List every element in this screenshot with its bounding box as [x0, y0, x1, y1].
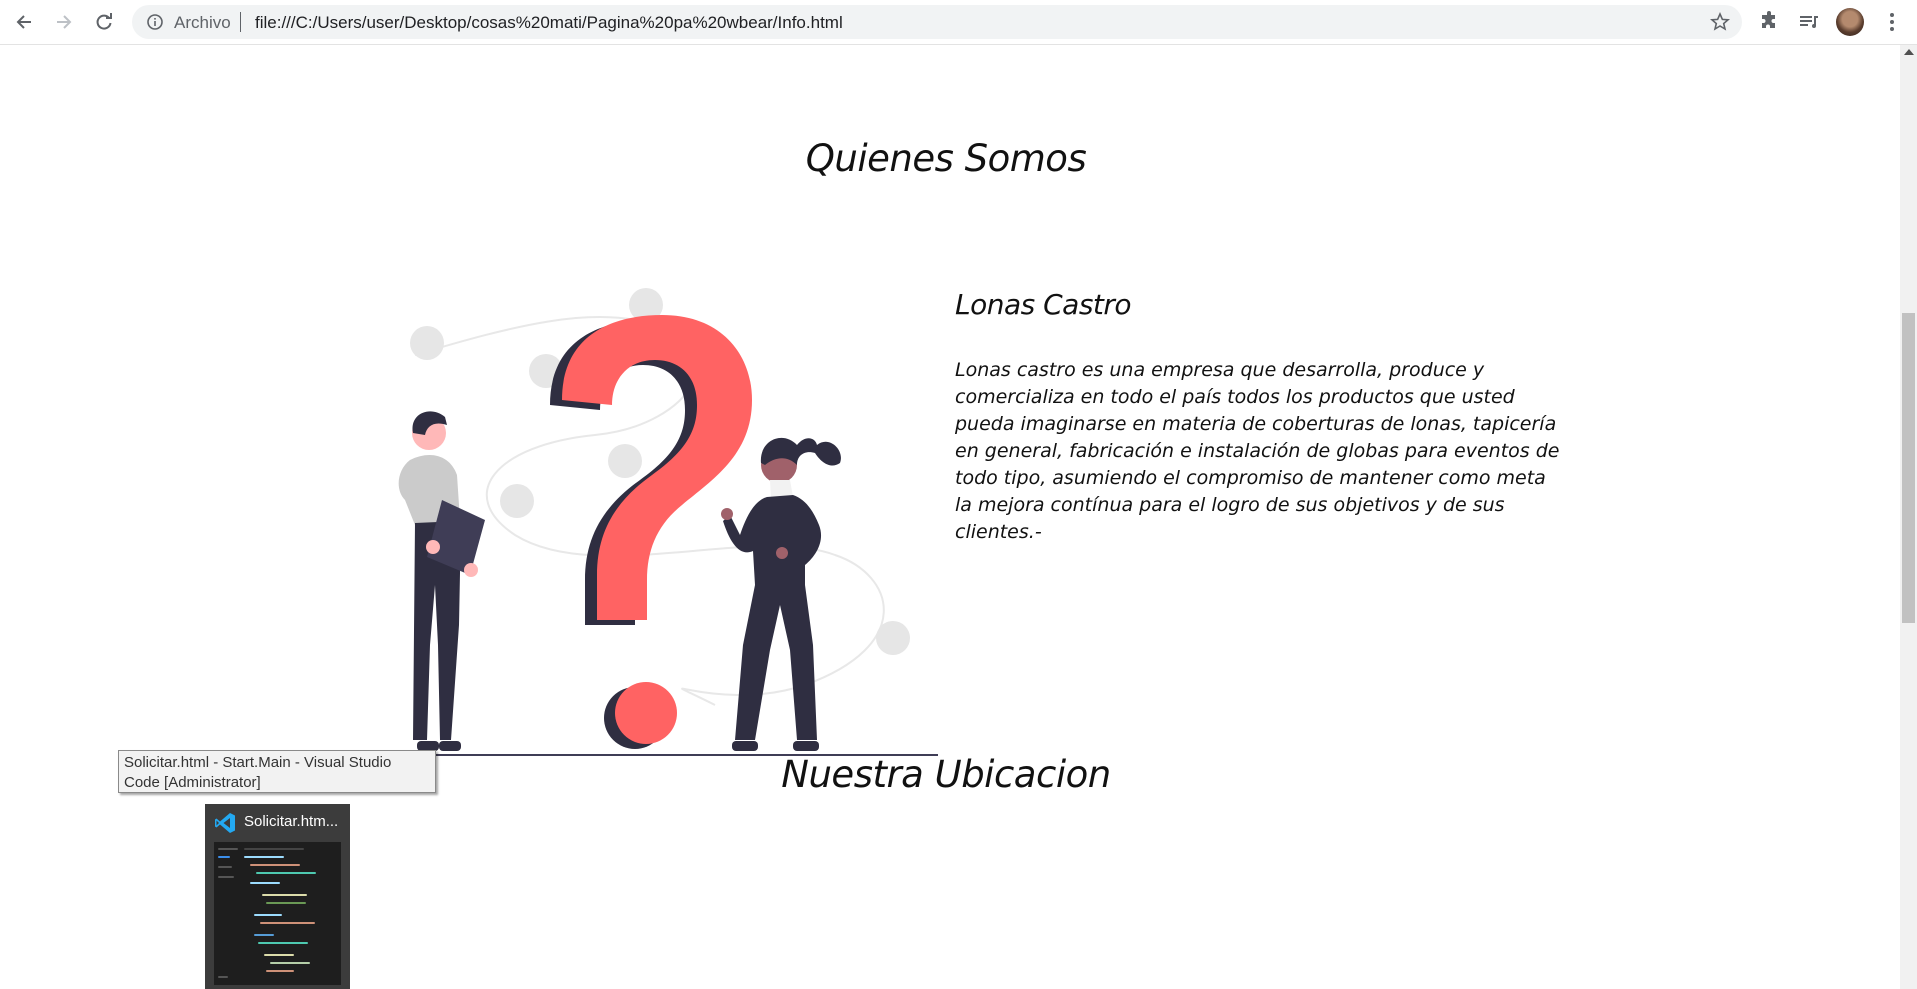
browser-toolbar: Archivo file:///C:/Users/user/Desktop/co…: [0, 0, 1917, 45]
vscode-preview: [214, 842, 341, 985]
person-left: [398, 411, 485, 751]
question-mark-illustration: [337, 288, 938, 756]
forward-button[interactable]: [49, 7, 79, 37]
info-icon[interactable]: [146, 13, 164, 31]
media-icon[interactable]: [1797, 10, 1821, 34]
section-title-quienes-somos: Quienes Somos: [805, 137, 1087, 180]
company-description: Lonas castro es una empresa que desarrol…: [955, 359, 1560, 543]
taskbar-thumbnail[interactable]: Solicitar.htm...: [205, 804, 350, 989]
forward-icon: [57, 15, 72, 29]
omnibox-separator: [240, 12, 241, 32]
menu-icon[interactable]: [1880, 10, 1904, 34]
company-title: Lonas Castro: [955, 288, 1132, 321]
thumbnail-title: Solicitar.htm...: [244, 813, 339, 830]
back-button[interactable]: [9, 7, 39, 37]
scrollbar-thumb[interactable]: [1902, 313, 1915, 623]
avatar[interactable]: [1836, 8, 1864, 36]
vscode-icon: [215, 813, 235, 833]
scroll-up-arrow-icon[interactable]: [1904, 49, 1914, 55]
scheme-label: Archivo: [174, 13, 231, 32]
scrollbar[interactable]: [1900, 45, 1917, 989]
url-text[interactable]: file:///C:/Users/user/Desktop/cosas%20ma…: [255, 13, 843, 33]
extensions-icon[interactable]: [1757, 10, 1781, 34]
address-bar[interactable]: Archivo file:///C:/Users/user/Desktop/co…: [132, 5, 1742, 39]
star-icon[interactable]: [1710, 12, 1730, 32]
back-icon: [16, 15, 31, 29]
reload-icon: [96, 13, 112, 30]
person-right: [721, 437, 841, 751]
taskbar-tooltip: Solicitar.html - Start.Main - Visual Stu…: [118, 750, 436, 793]
reload-button[interactable]: [89, 7, 119, 37]
